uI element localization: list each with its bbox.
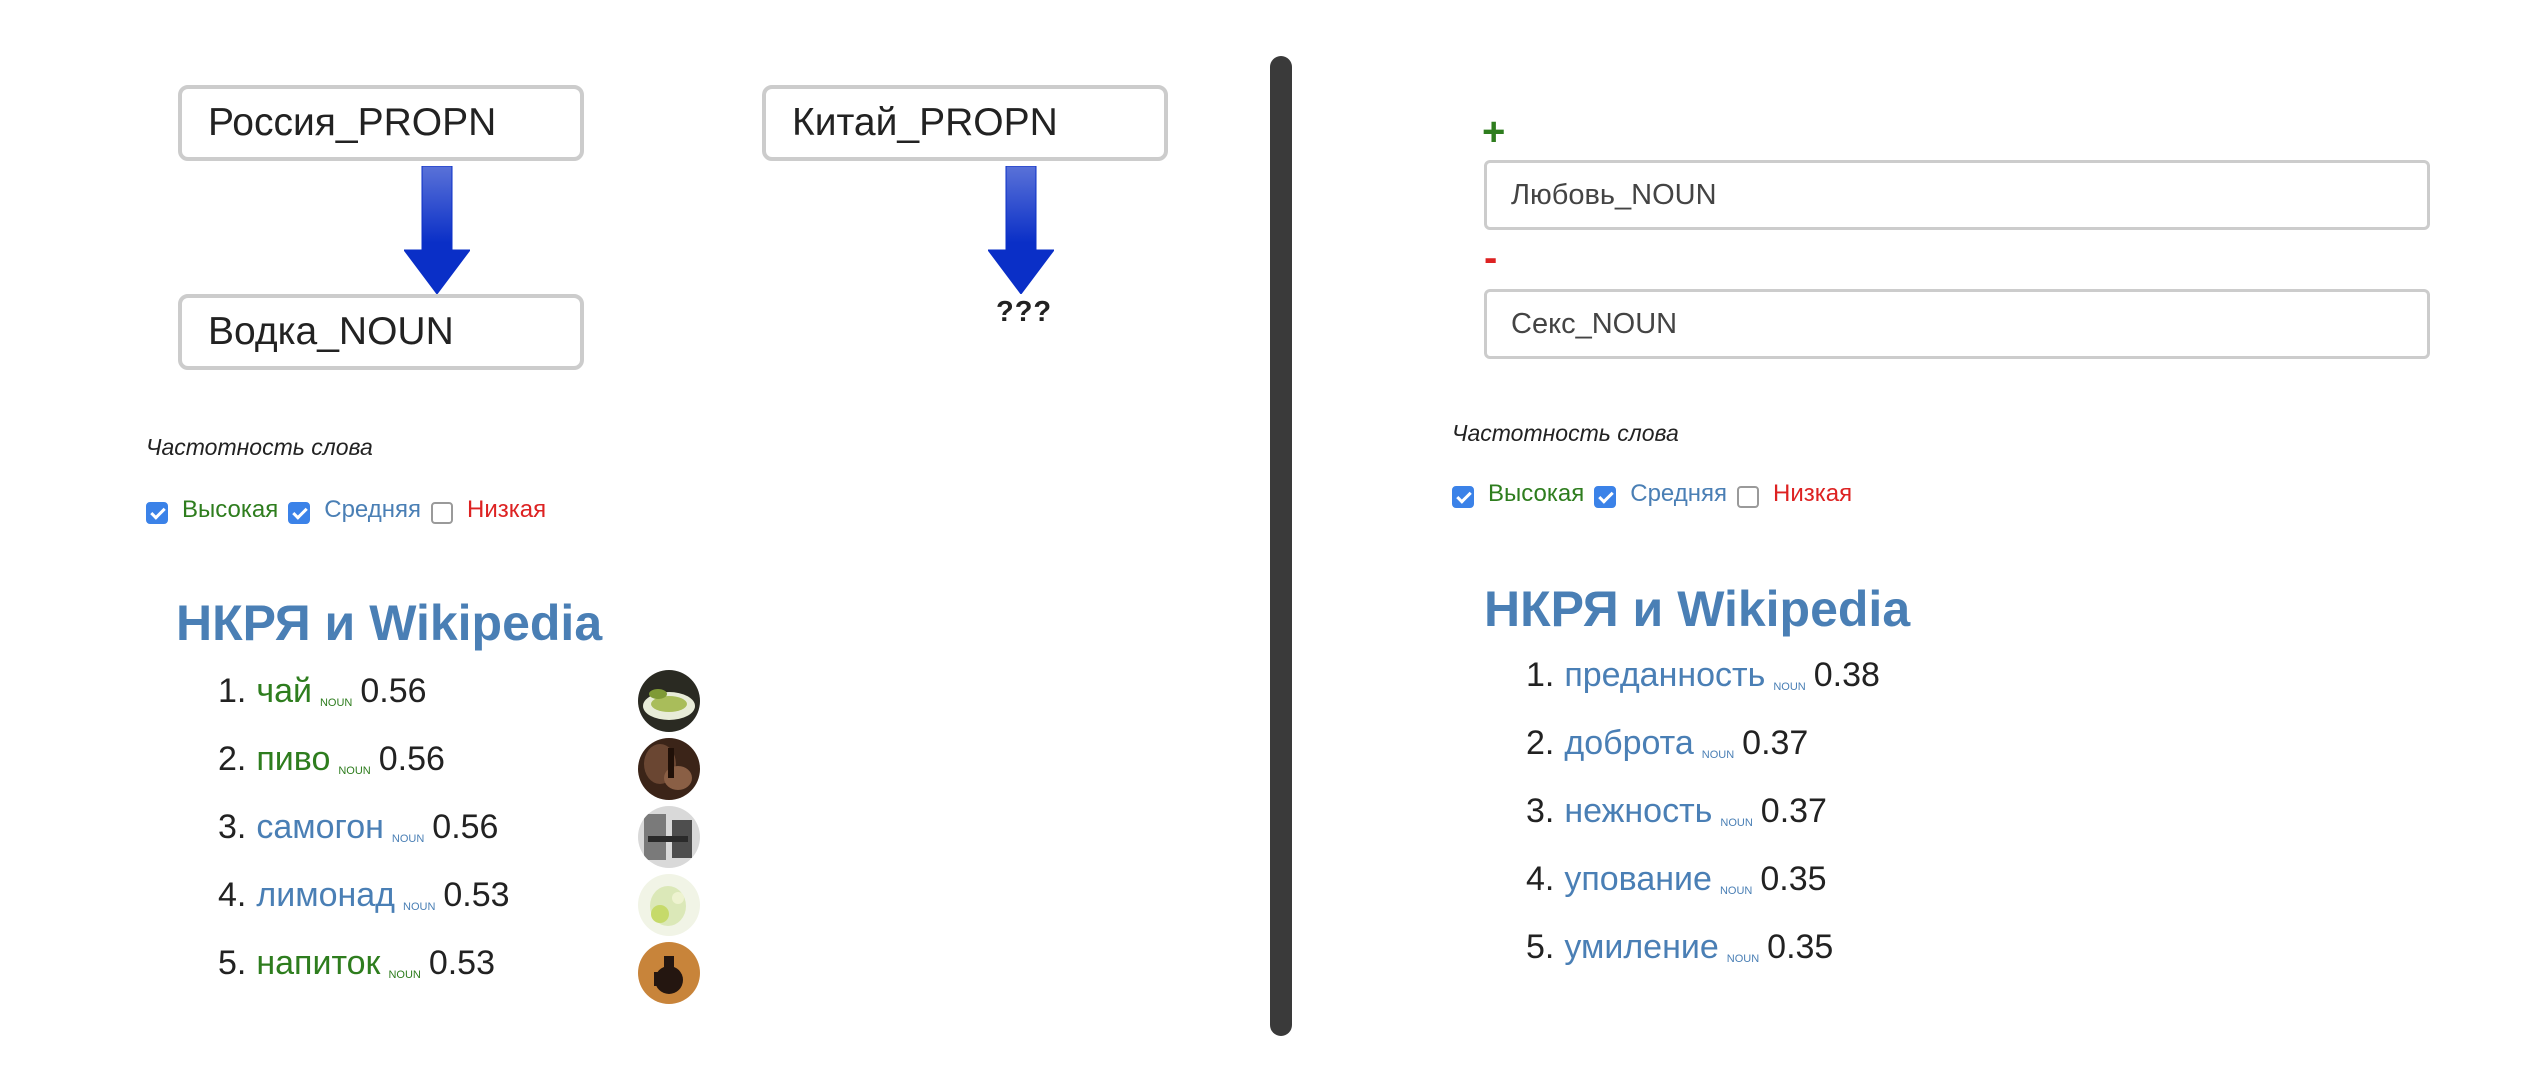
result-word-link[interactable]: доброта — [1564, 724, 1693, 762]
low-frequency-label[interactable]: Низкая — [1773, 480, 1852, 508]
pos-tag: NOUN — [388, 969, 421, 981]
similarity-score: 0.37 — [1760, 792, 1827, 830]
frequency-filter: Высокая Средняя Низкая — [146, 496, 556, 524]
result-word-link[interactable]: напиток — [256, 944, 380, 982]
high-frequency-label[interactable]: Высокая — [182, 496, 278, 524]
list-item: 3. нежность NOUN 0.37 — [1526, 792, 1827, 831]
panel-divider — [1270, 56, 1292, 1036]
mid-frequency-label[interactable]: Средняя — [324, 496, 421, 524]
high-frequency-checkbox[interactable] — [146, 502, 168, 524]
list-item: 4. упование NOUN 0.35 — [1526, 860, 1827, 899]
list-item: 2. пиво NOUN 0.56 — [218, 740, 445, 779]
word-b-box: Водка_NOUN — [178, 294, 584, 370]
similarity-score: 0.38 — [1813, 656, 1880, 694]
pos-tag: NOUN — [1719, 885, 1753, 897]
high-frequency-checkbox[interactable] — [1452, 486, 1474, 508]
tea-thumbnail-image[interactable] — [638, 670, 700, 732]
down-arrow-icon — [404, 166, 470, 294]
result-word-link[interactable]: лимонад — [256, 876, 395, 914]
list-item: 1. преданность NOUN 0.38 — [1526, 656, 1880, 695]
similarity-score: 0.35 — [1767, 928, 1834, 966]
down-arrow-icon — [988, 166, 1054, 294]
rank-number: 5. — [218, 944, 247, 982]
results-heading: НКРЯ и Wikipedia — [1484, 581, 1911, 637]
list-item: 2. доброта NOUN 0.37 — [1526, 724, 1808, 763]
result-word-link[interactable]: чай — [256, 672, 312, 710]
rank-number: 1. — [1526, 656, 1555, 694]
similarity-score: 0.53 — [443, 876, 510, 914]
list-item: 4. лимонад NOUN 0.53 — [218, 876, 510, 915]
similarity-score: 0.35 — [1760, 860, 1827, 898]
beer-thumbnail-image[interactable] — [638, 738, 700, 800]
list-item: 5. напиток NOUN 0.53 — [218, 944, 495, 983]
rank-number: 5. — [1526, 928, 1555, 966]
mid-frequency-checkbox[interactable] — [1594, 486, 1617, 508]
low-frequency-label[interactable]: Низкая — [467, 496, 546, 524]
rank-number: 3. — [218, 808, 247, 846]
plus-sign: + — [1482, 110, 1506, 154]
pos-tag: NOUN — [1726, 953, 1760, 965]
result-word-link[interactable]: умиление — [1564, 928, 1718, 966]
pos-tag: NOUN — [1773, 681, 1806, 693]
frequency-title: Частотность слова — [146, 434, 373, 460]
lemonade-thumbnail-image[interactable] — [638, 874, 700, 936]
results-heading: НКРЯ и Wikipedia — [176, 595, 603, 651]
result-word-link[interactable]: самогон — [256, 808, 384, 846]
rank-number: 2. — [1526, 724, 1555, 762]
similarity-score: 0.37 — [1742, 724, 1809, 762]
rank-number: 4. — [218, 876, 247, 914]
pos-tag: NOUN — [403, 901, 436, 913]
low-frequency-checkbox[interactable] — [1737, 486, 1759, 508]
similarity-score: 0.56 — [432, 808, 499, 846]
result-word-link[interactable]: пиво — [256, 740, 330, 778]
pos-tag: NOUN — [1701, 749, 1735, 761]
pos-tag: NOUN — [391, 833, 425, 845]
unknown-result: ??? — [996, 296, 1053, 328]
pos-tag: NOUN — [319, 697, 353, 709]
frequency-title: Частотность слова — [1452, 420, 1679, 446]
negative-word-input[interactable] — [1484, 289, 2430, 359]
list-item: 1. чай NOUN 0.56 — [218, 672, 427, 711]
result-word-link[interactable]: преданность — [1564, 656, 1765, 694]
rank-number: 3. — [1526, 792, 1555, 830]
positive-word-input[interactable] — [1484, 160, 2430, 230]
frequency-filter: Высокая Средняя Низкая — [1452, 480, 1862, 508]
rank-number: 2. — [218, 740, 247, 778]
drink-thumbnail-image[interactable] — [638, 942, 700, 1004]
list-item: 3. самогон NOUN 0.56 — [218, 808, 498, 847]
list-item: 5. умиление NOUN 0.35 — [1526, 928, 1833, 967]
minus-sign: - — [1484, 236, 1498, 280]
similarity-score: 0.56 — [378, 740, 445, 778]
similarity-score: 0.53 — [428, 944, 496, 982]
low-frequency-checkbox[interactable] — [431, 502, 453, 524]
mid-frequency-checkbox[interactable] — [288, 502, 311, 524]
pos-tag: NOUN — [1720, 817, 1753, 829]
similarity-score: 0.56 — [360, 672, 427, 710]
rank-number: 1. — [218, 672, 247, 710]
pos-tag: NOUN — [338, 765, 371, 777]
result-word-link[interactable]: нежность — [1564, 792, 1712, 830]
mid-frequency-label[interactable]: Средняя — [1630, 480, 1727, 508]
word-a-box: Россия_PROPN — [178, 85, 584, 161]
moonshine-thumbnail-image[interactable] — [638, 806, 700, 868]
word-c-box: Китай_PROPN — [762, 85, 1168, 161]
rank-number: 4. — [1526, 860, 1555, 898]
result-word-link[interactable]: упование — [1564, 860, 1712, 898]
high-frequency-label[interactable]: Высокая — [1488, 480, 1584, 508]
